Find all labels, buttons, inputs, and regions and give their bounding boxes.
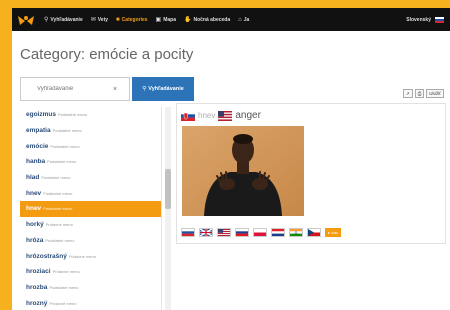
word-label: hrozba xyxy=(26,283,48,291)
czech-flag-icon[interactable] xyxy=(307,227,321,237)
word-list-item[interactable]: hrôza Podstatné meno xyxy=(20,233,161,249)
word-list-item[interactable]: hnev Podstatné meno xyxy=(20,185,161,201)
nav-menu: ⚲ Vyhľadávanie ✉ Vety ■ Categories ▣ Mapa ✋ Nočná… xyxy=(40,8,253,31)
nav-item-1[interactable]: ✉ Vety xyxy=(87,8,112,31)
slovak-flag-icon xyxy=(435,16,444,23)
language-label: Slovenský xyxy=(406,16,431,23)
search-button[interactable]: ⚲ Vyhľadávanie xyxy=(132,77,194,101)
india-flag-icon[interactable] xyxy=(289,227,303,237)
nav-item-label: Nočná abeceda xyxy=(193,16,231,23)
word-label: hrozný xyxy=(26,299,48,307)
word-list-scrollbar[interactable] xyxy=(165,107,171,310)
part-of-speech: Podstatné meno xyxy=(43,190,73,196)
part-of-speech: Podstatné meno xyxy=(52,128,82,134)
word-list-item[interactable]: hroziaci Prídavné meno xyxy=(20,264,161,280)
word-list-item[interactable]: emócie Podstatné meno xyxy=(20,138,161,154)
scrollbar-thumb[interactable] xyxy=(165,169,171,209)
page-title: Category: emócie a pocity xyxy=(20,46,194,63)
uk-flag-icon[interactable] xyxy=(199,227,213,237)
part-of-speech: Podstatné meno xyxy=(43,206,73,212)
word-label: hroziaci xyxy=(26,268,51,276)
print-button[interactable]: ⎙ xyxy=(414,89,425,98)
hand-icon: ✋ xyxy=(183,16,192,23)
folder-icon: ■ xyxy=(116,16,120,23)
word-english: anger xyxy=(235,110,261,121)
word-list-item[interactable]: horký Prídavné meno xyxy=(20,217,161,233)
word-list: egoizmus Podstatné meno empatia Podstatné m… xyxy=(20,107,162,310)
part-of-speech: Podstatné meno xyxy=(50,143,80,149)
word-heading: hnev anger xyxy=(181,110,261,121)
site-logo[interactable] xyxy=(12,8,40,31)
word-label: hnev xyxy=(26,205,42,213)
language-flags: ▸ viac xyxy=(181,225,342,239)
word-label: empatia xyxy=(26,127,51,135)
nav-item-0[interactable]: ⚲ Vyhľadávanie xyxy=(40,8,87,31)
slovak-flag-icon xyxy=(181,110,195,121)
word-label: hlad xyxy=(26,174,40,182)
search-box: × xyxy=(20,77,130,101)
slovak-flag-icon[interactable] xyxy=(181,227,195,237)
poland-flag-icon[interactable] xyxy=(253,227,267,237)
nav-item-5[interactable]: ⌂ Ja xyxy=(234,8,253,31)
nav-item-3[interactable]: ▣ Mapa xyxy=(152,8,180,31)
nav-item-label: Mapa xyxy=(163,16,176,23)
save-button[interactable]: Uložiť xyxy=(426,89,444,98)
browser-content: ⚲ Vyhľadávanie ✉ Vety ■ Categories ▣ Mapa ✋ Nočná… xyxy=(12,8,450,310)
signer-image xyxy=(182,126,304,216)
word-list-item[interactable]: empatia Podstatné meno xyxy=(20,123,161,139)
word-label: horký xyxy=(26,221,44,229)
word-slovak: hnev xyxy=(198,111,216,120)
part-of-speech: Prídavné meno xyxy=(52,269,80,275)
home-icon: ⌂ xyxy=(238,16,242,23)
nav-item-label: Ja xyxy=(243,16,250,23)
part-of-speech: Podstatné meno xyxy=(57,112,88,118)
sign-video[interactable] xyxy=(182,126,304,216)
language-switch[interactable]: Slovenský xyxy=(402,8,450,31)
map-icon: ▣ xyxy=(155,16,162,23)
chat-icon: ✉ xyxy=(90,16,96,23)
word-label: hnev xyxy=(26,189,42,197)
part-of-speech: Prídavné meno xyxy=(49,300,77,306)
part-of-speech: Podstatné meno xyxy=(49,284,79,290)
word-label: emócie xyxy=(26,142,49,150)
word-list-item[interactable]: hrozný Prídavné meno xyxy=(20,295,161,310)
search-icon: ⚲ xyxy=(44,16,49,23)
usa-flag-icon xyxy=(218,110,233,121)
croatia-flag-icon[interactable] xyxy=(271,227,285,237)
word-label: hrôza xyxy=(26,236,44,244)
word-label: hanba xyxy=(26,158,46,166)
word-list-item[interactable]: hrozba Podstatné meno xyxy=(20,280,161,296)
word-list-item[interactable]: hlad Podstatné meno xyxy=(20,170,161,186)
search-input[interactable] xyxy=(21,86,111,92)
word-label: hrôzostrašný xyxy=(26,252,67,260)
search-icon: ⚲ xyxy=(142,86,147,92)
nav-item-label: Vety xyxy=(97,16,109,23)
part-of-speech: Podstatné meno xyxy=(47,159,77,165)
share-button[interactable]: ↗ xyxy=(402,89,413,98)
word-list-item[interactable]: hrôzostrašný Prídavné meno xyxy=(20,248,161,264)
more-languages-button[interactable]: ▸ viac xyxy=(325,227,342,237)
nav-item-label: Categories xyxy=(121,16,148,23)
search-button-label: Vyhľadávanie xyxy=(148,86,184,92)
word-list-item[interactable]: hanba Podstatné meno xyxy=(20,154,161,170)
word-list-item[interactable]: egoizmus Podstatné meno xyxy=(20,107,161,123)
word-list-item[interactable]: hnev Podstatné meno xyxy=(20,201,161,217)
part-of-speech: Podstatné meno xyxy=(45,237,75,243)
part-of-speech: Prídavné meno xyxy=(45,222,73,228)
russia-flag-icon[interactable] xyxy=(235,227,249,237)
nav-item-2[interactable]: ■ Categories xyxy=(112,8,151,31)
usa-flag-icon[interactable] xyxy=(217,227,231,237)
top-navbar: ⚲ Vyhľadávanie ✉ Vety ■ Categories ▣ Mapa ✋ Nočná… xyxy=(12,8,450,31)
nav-item-label: Vyhľadávanie xyxy=(50,16,83,23)
detail-toolbar: ↗ ⎙ Uložiť xyxy=(402,89,444,98)
word-label: egoizmus xyxy=(26,111,56,119)
nav-item-4[interactable]: ✋ Nočná abeceda xyxy=(180,8,234,31)
part-of-speech: Prídavné meno xyxy=(68,253,96,259)
part-of-speech: Podstatné meno xyxy=(41,175,71,181)
word-detail-panel: hnev anger ▸ viac xyxy=(176,103,446,244)
clear-search-icon[interactable]: × xyxy=(113,86,117,93)
